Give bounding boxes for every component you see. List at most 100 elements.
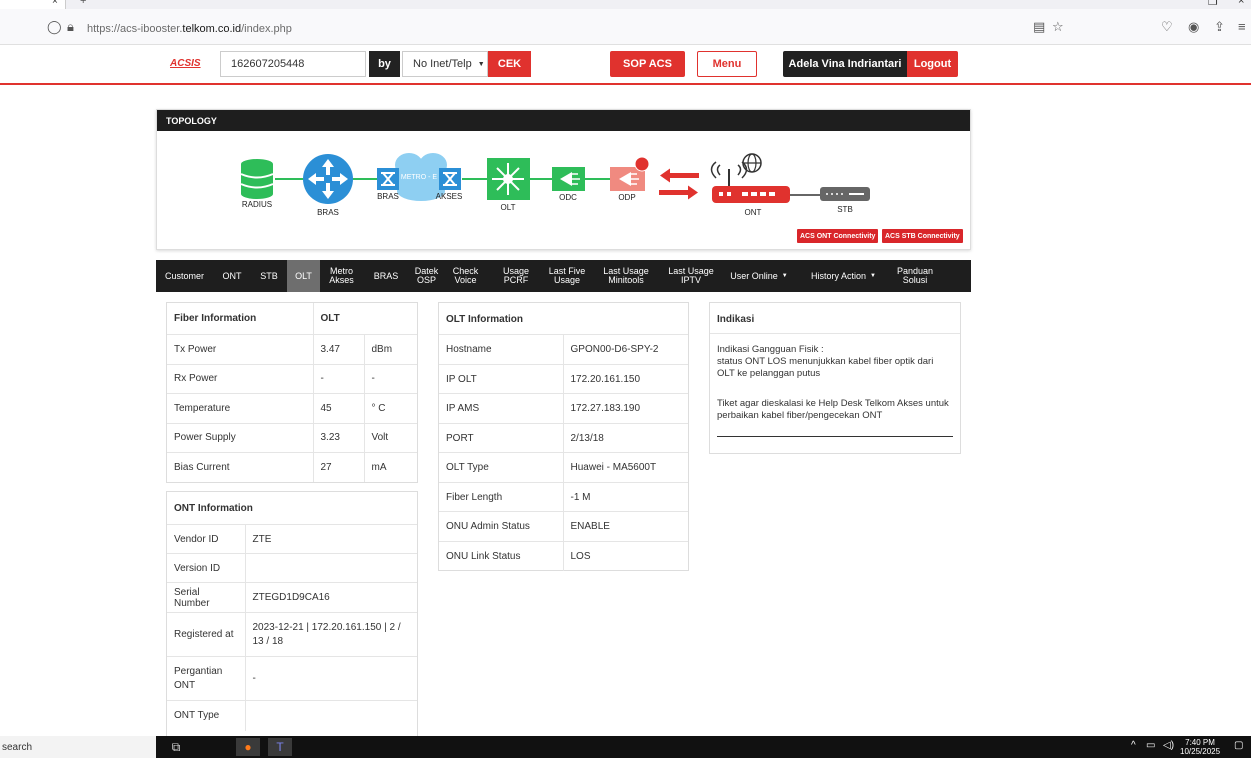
- fiber-unit: mA: [363, 451, 417, 482]
- taskbar-clock[interactable]: 7:40 PM 10/25/2025: [1180, 738, 1220, 756]
- bras-router-icon: [303, 154, 353, 204]
- fiber-label: Power Supply: [167, 422, 313, 452]
- pocket-icon[interactable]: ♡: [1161, 19, 1173, 35]
- close-window-icon[interactable]: ×: [1238, 0, 1244, 7]
- akses-label: AKSES: [435, 192, 463, 201]
- ont-value: [244, 700, 417, 731]
- menu-button[interactable]: Menu: [697, 51, 757, 77]
- ont-value: [244, 553, 417, 583]
- ont-information-panel: ONT Information Vendor ID ZTE Version ID …: [166, 491, 418, 736]
- logout-button[interactable]: Logout: [907, 51, 958, 77]
- tab-user-online[interactable]: User Online ▼: [719, 260, 799, 292]
- task-view-icon[interactable]: ⧉: [164, 738, 188, 756]
- network-icon[interactable]: ▭: [1146, 740, 1155, 751]
- table-row: Temperature 45 ° C: [167, 392, 417, 423]
- olt-value: Huawei - MA5600T: [562, 452, 688, 483]
- tab-user-online-label: User Online: [730, 270, 778, 281]
- sop-acs-button[interactable]: SOP ACS: [610, 51, 685, 77]
- firefox-icon[interactable]: ●: [236, 738, 260, 756]
- tab-lastiptv-line2: IPTV: [680, 275, 701, 285]
- taskbar-search[interactable]: search: [0, 736, 156, 758]
- new-tab-icon[interactable]: +: [80, 0, 86, 7]
- tab-last-usage-iptv[interactable]: Last Usage IPTV: [663, 260, 719, 292]
- bookmark-star-icon[interactable]: ☆: [1052, 19, 1064, 35]
- tab-usage-pcrf[interactable]: Usage PCRF: [487, 260, 545, 292]
- ont-label: Pergantian ONT: [167, 656, 245, 701]
- notification-icon[interactable]: ▢: [1234, 740, 1243, 751]
- olt-value: -1 M: [562, 482, 688, 512]
- table-row: ONU Link Status LOS: [439, 541, 688, 571]
- table-row: Hostname GPON00-D6-SPY-2: [439, 334, 688, 365]
- stb-label: STB: [837, 205, 853, 214]
- fiber-label: Temperature: [167, 392, 313, 423]
- olt-information-panel: OLT Information Hostname GPON00-D6-SPY-2 …: [438, 302, 689, 571]
- fiber-value: 3.23: [312, 422, 364, 452]
- table-row: PORT 2/13/18: [439, 423, 688, 453]
- ont-router-icon: [710, 161, 790, 203]
- menu-icon[interactable]: ≡: [1238, 19, 1246, 34]
- ont-label: ONT: [744, 208, 762, 217]
- caret-down-icon: ▼: [870, 272, 876, 279]
- tab-stb[interactable]: STB: [251, 260, 287, 292]
- olt-label: Hostname: [439, 334, 563, 365]
- tab-lastusage-line2: Minitools: [608, 275, 644, 285]
- ont-value: 2023-12-21 | 172.20.161.150 | 2 / 13 / 1…: [244, 612, 417, 657]
- search-type-dropdown[interactable]: No Inet/Telp ▼: [402, 51, 488, 77]
- tab-last-five-usage[interactable]: Last Five Usage: [545, 260, 589, 292]
- tab-ont[interactable]: ONT: [213, 260, 251, 292]
- reader-view-icon[interactable]: ▤: [1033, 19, 1045, 35]
- topology-panel: TOPOLOGY RADIUS BRAS METRO - E BRAS AKSE…: [156, 109, 971, 250]
- tab-datek-osp[interactable]: Datek OSP: [409, 260, 444, 292]
- tab-history-action[interactable]: History Action ▼: [799, 260, 888, 292]
- olt-value: 2/13/18: [562, 423, 688, 453]
- tab-olt[interactable]: OLT: [287, 260, 320, 292]
- table-row: ONT Type: [167, 700, 417, 731]
- ont-label: Vendor ID: [167, 524, 245, 554]
- extensions-icon[interactable]: ⇪: [1214, 19, 1225, 35]
- ont-value: -: [244, 656, 417, 701]
- tab-customer[interactable]: Customer: [156, 260, 213, 292]
- shield-icon[interactable]: ◯: [47, 19, 62, 35]
- address-bar: ◯ 🔒︎ https://acs-ibooster.telkom.co.id/i…: [0, 9, 1251, 45]
- browser-tab[interactable]: ×: [0, 0, 66, 9]
- ont-info-header: ONT Information: [174, 503, 253, 514]
- account-icon[interactable]: ◉: [1188, 19, 1199, 35]
- tab-metro-akses[interactable]: Metro Akses: [320, 260, 363, 292]
- tab-check-voice[interactable]: Check Voice: [444, 260, 487, 292]
- olt-label: IP OLT: [439, 364, 563, 394]
- fiber-value: -: [312, 363, 364, 393]
- browser-tab-strip: × + ❐ ×: [0, 0, 1251, 9]
- tab-bras[interactable]: BRAS: [363, 260, 409, 292]
- url-field[interactable]: https://acs-ibooster.telkom.co.id/index.…: [87, 23, 292, 35]
- tab-last-usage-minitools[interactable]: Last Usage Minitools: [589, 260, 663, 292]
- fiber-information-panel: Fiber Information OLT Tx Power 3.47 dBm Rx…: [166, 302, 418, 483]
- tray-chevron-icon[interactable]: ^: [1131, 740, 1136, 751]
- olt-value: LOS: [562, 541, 688, 571]
- volume-icon[interactable]: ◁): [1163, 740, 1174, 751]
- fiber-unit: ° C: [363, 392, 417, 423]
- olt-label: OLT: [500, 203, 516, 212]
- acs-stb-connectivity-button[interactable]: ACS STB Connectivity: [882, 229, 963, 243]
- fiber-unit: -: [363, 363, 417, 393]
- metro-e-label: METRO - E: [400, 174, 438, 181]
- ont-label: Version ID: [167, 553, 245, 583]
- close-tab-icon[interactable]: ×: [52, 0, 58, 7]
- acsis-logo[interactable]: ACSIS: [170, 58, 201, 69]
- restore-window-icon[interactable]: ❐: [1208, 0, 1218, 8]
- search-input[interactable]: [220, 51, 366, 77]
- ont-label: ONT Type: [167, 700, 245, 731]
- odp-badge: [634, 156, 650, 172]
- topology-title: TOPOLOGY: [157, 110, 970, 131]
- table-row: ONU Admin Status ENABLE: [439, 511, 688, 542]
- cek-button[interactable]: CEK: [488, 51, 531, 77]
- table-row: Vendor ID ZTE: [167, 524, 417, 554]
- clock-time: 7:40 PM: [1185, 738, 1215, 747]
- lock-icon[interactable]: 🔒︎: [67, 19, 74, 35]
- table-row: IP AMS 172.27.183.190: [439, 393, 688, 424]
- table-row: Pergantian ONT -: [167, 656, 417, 701]
- fiber-label: Bias Current: [167, 451, 313, 482]
- acs-ont-connectivity-button[interactable]: ACS ONT Connectivity: [797, 229, 879, 243]
- table-row: Version ID: [167, 553, 417, 583]
- teams-icon[interactable]: T: [268, 738, 292, 756]
- tab-panduan-solusi[interactable]: Panduan Solusi: [888, 260, 942, 292]
